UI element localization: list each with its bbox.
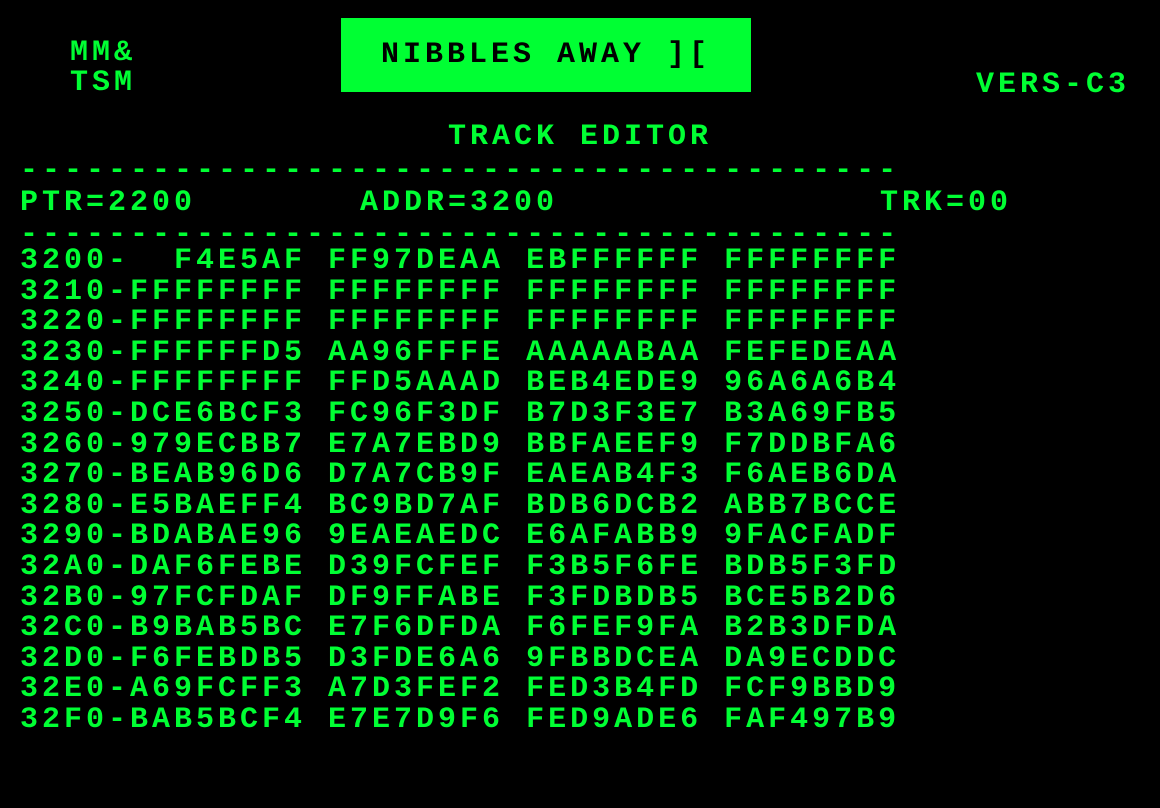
hex-row: 32F0-BAB5BCF4 E7E7D9F6 FED9ADE6 FAF497B9 xyxy=(20,705,1140,736)
status-ptr: PTR=2200 xyxy=(20,188,360,218)
logo-line-1: MM& xyxy=(70,38,136,68)
hex-row: 3200- F4E5AF FF97DEAA EBFFFFFF FFFFFFFF xyxy=(20,246,1140,277)
hex-row: 32B0-97FCFDAF DF9FFABE F3FDBDB5 BCE5B2D6 xyxy=(20,583,1140,614)
hex-row: 3250-DCE6BCF3 FC96F3DF B7D3F3E7 B3A69FB5 xyxy=(20,399,1140,430)
hex-row: 32C0-B9BAB5BC E7F6DFDA F6FEF9FA B2B3DFDA xyxy=(20,613,1140,644)
hex-row: 32D0-F6FEBDB5 D3FDE6A6 9FBBDCEA DA9ECDDC xyxy=(20,644,1140,675)
hex-dump: 3200- F4E5AF FF97DEAA EBFFFFFF FFFFFFFF3… xyxy=(20,246,1140,736)
hex-row: 3270-BEAB96D6 D7A7CB9F EAEAB4F3 F6AEB6DA xyxy=(20,460,1140,491)
hex-row: 3240-FFFFFFFF FFD5AAAD BEB4EDE9 96A6A6B4 xyxy=(20,368,1140,399)
app-title: NIBBLES AWAY ][ xyxy=(381,38,711,72)
header: MM& TSM NIBBLES AWAY ][ VERS-C3 xyxy=(20,18,1140,102)
logo-line-2: TSM xyxy=(70,68,136,98)
hex-row: 32A0-DAF6FEBE D39FCFEF F3B5F6FE BDB5F3FD xyxy=(20,552,1140,583)
hex-row: 32E0-A69FCFF3 A7D3FEF2 FED3B4FD FCF9BBD9 xyxy=(20,674,1140,705)
status-addr: ADDR=3200 xyxy=(360,188,880,218)
hex-row: 3220-FFFFFFFF FFFFFFFF FFFFFFFF FFFFFFFF xyxy=(20,307,1140,338)
title-bar: NIBBLES AWAY ][ xyxy=(341,18,751,92)
status-trk: TRK=00 xyxy=(880,188,1012,218)
logo: MM& TSM xyxy=(20,18,136,98)
hex-row: 3280-E5BAEFF4 BC9BD7AF BDB6DCB2 ABB7BCCE xyxy=(20,491,1140,522)
hex-row: 3260-979ECBB7 E7A7EBD9 BBFAEEF9 F7DDBFA6 xyxy=(20,430,1140,461)
hex-row: 3290-BDABAE96 9EAEAEDC E6AFABB9 9FACFADF xyxy=(20,521,1140,552)
version-label: VERS-C3 xyxy=(976,18,1140,102)
hex-row: 3210-FFFFFFFF FFFFFFFF FFFFFFFF FFFFFFFF xyxy=(20,277,1140,308)
hex-row: 3230-FFFFFFD5 AA96FFFE AAAAABAA FEFEDEAA xyxy=(20,338,1140,369)
subtitle: TRACK EDITOR xyxy=(20,120,1140,154)
